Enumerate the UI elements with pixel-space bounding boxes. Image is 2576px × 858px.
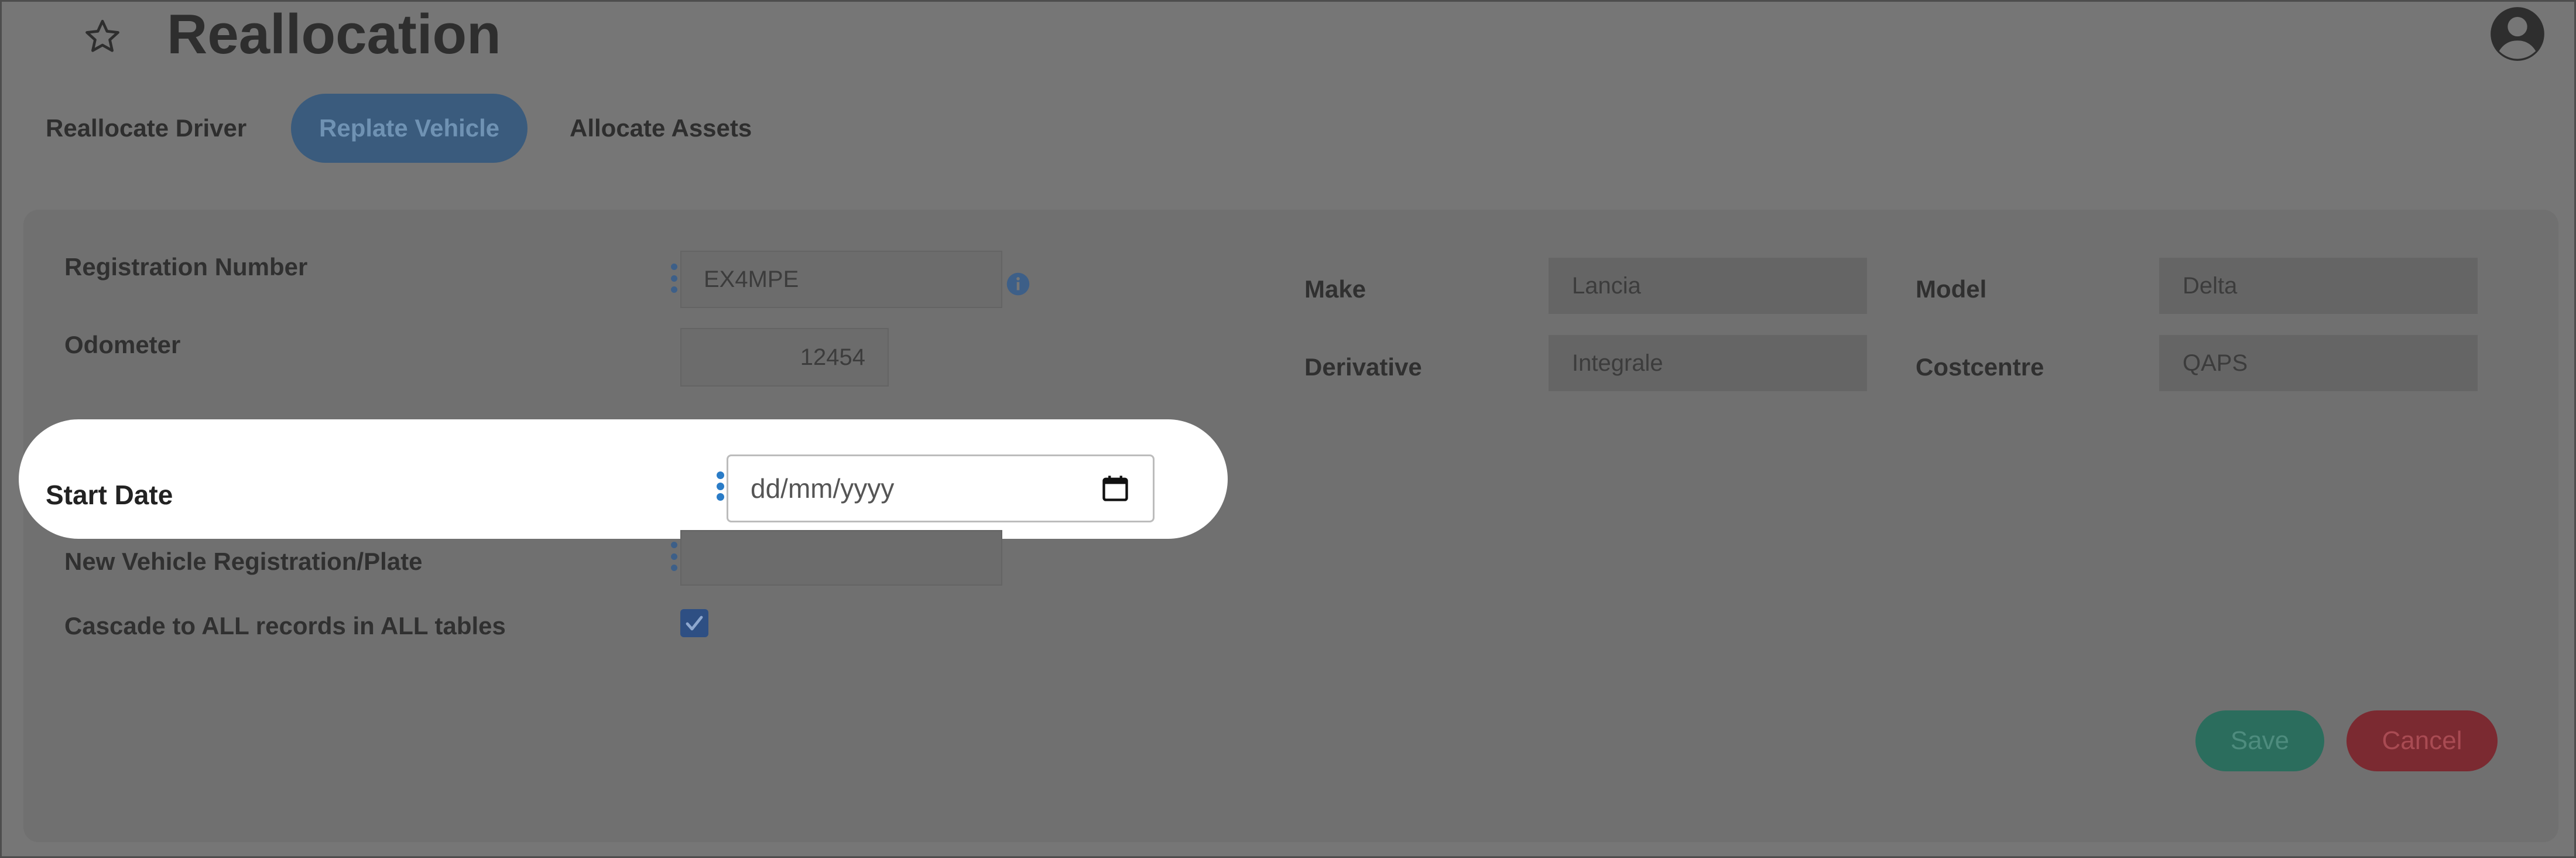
- model-label: Model: [1916, 275, 1987, 303]
- start-date-label: Start Date: [46, 480, 173, 510]
- save-button[interactable]: Save: [2195, 710, 2324, 771]
- make-field: Lancia: [1549, 258, 1867, 314]
- model-field: Delta: [2159, 258, 2478, 314]
- new-plate-field[interactable]: [680, 530, 1002, 586]
- new-plate-menu-icon[interactable]: [670, 542, 677, 571]
- derivative-field: Integrale: [1549, 335, 1867, 391]
- cancel-button[interactable]: Cancel: [2347, 710, 2498, 771]
- user-icon[interactable]: [2488, 5, 2547, 63]
- tab-reallocate-driver[interactable]: Reallocate Driver: [18, 94, 275, 163]
- start-date-placeholder: dd/mm/yyyy: [751, 473, 895, 504]
- tab-replate-vehicle[interactable]: Replate Vehicle: [291, 94, 528, 163]
- registration-field[interactable]: EX4MPE: [680, 251, 1002, 308]
- make-label: Make: [1304, 275, 1366, 303]
- new-plate-label: New Vehicle Registration/Plate: [64, 548, 423, 575]
- derivative-label: Derivative: [1304, 353, 1422, 381]
- info-icon[interactable]: [1006, 272, 1030, 296]
- cascade-label: Cascade to ALL records in ALL tables: [64, 612, 506, 640]
- registration-label: Registration Number: [64, 253, 308, 281]
- tab-allocate-assets[interactable]: Allocate Assets: [542, 94, 780, 163]
- start-date-input[interactable]: dd/mm/yyyy: [727, 454, 1155, 522]
- cascade-checkbox[interactable]: [680, 609, 708, 637]
- star-icon[interactable]: [82, 16, 123, 57]
- odometer-field[interactable]: 12454: [680, 328, 889, 387]
- odometer-label: Odometer: [64, 331, 181, 358]
- calendar-icon[interactable]: [1100, 473, 1131, 504]
- start-date-menu-icon[interactable]: [716, 471, 724, 501]
- costcentre-field: QAPS: [2159, 335, 2478, 391]
- costcentre-label: Costcentre: [1916, 353, 2044, 381]
- page-title: Reallocation: [167, 3, 501, 66]
- registration-menu-icon[interactable]: [670, 264, 677, 293]
